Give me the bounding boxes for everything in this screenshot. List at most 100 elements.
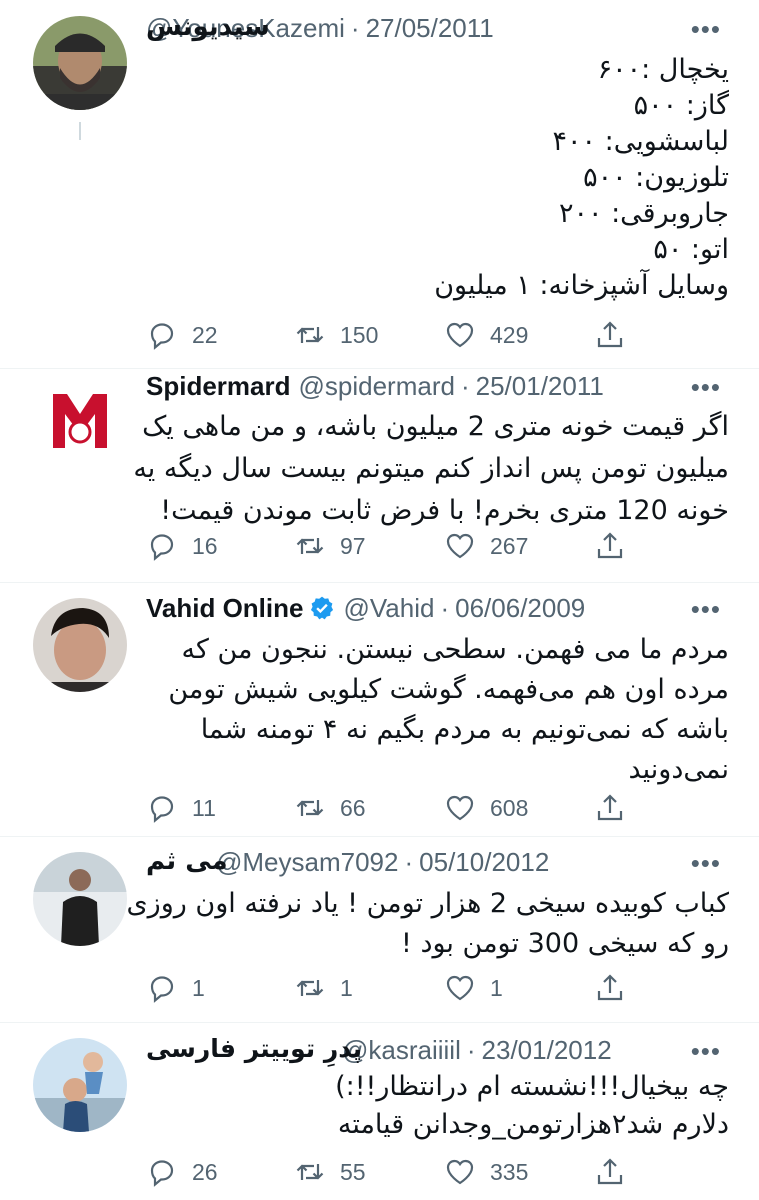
- retweet-icon: [296, 980, 324, 996]
- retweet-count: 1: [340, 974, 353, 1001]
- tweet-date[interactable]: 27/05/2011: [366, 13, 494, 44]
- share-button[interactable]: [594, 968, 626, 1008]
- text-line: تلوزیون: ۵۰۰: [583, 162, 729, 193]
- retweet-count: 66: [340, 794, 366, 821]
- user-handle[interactable]: @Meysam7092: [216, 847, 398, 878]
- reply-count: 26: [192, 1158, 218, 1185]
- avatar[interactable]: [33, 598, 127, 692]
- retweet-button[interactable]: 150: [294, 315, 378, 355]
- tweet[interactable]: @kasraiiiil · 23/01/2012 پدرِ توییتر فار…: [0, 1024, 759, 1200]
- separator: ·: [350, 12, 360, 43]
- tweet-date[interactable]: 25/01/2011: [476, 371, 604, 402]
- reply-button[interactable]: 1: [146, 968, 205, 1008]
- separator: ·: [440, 592, 450, 623]
- text-line: جاروبرقی: ۲۰۰: [558, 198, 729, 229]
- divider: [0, 1022, 759, 1023]
- separator: ·: [466, 1034, 476, 1065]
- avatar[interactable]: [33, 852, 127, 946]
- retweet-button[interactable]: 66: [294, 788, 366, 828]
- text-line: وسایل آشپزخانه: ۱ میلیون: [434, 270, 729, 301]
- text-line: رو که سیخی 300 تومن بود !: [401, 928, 729, 959]
- user-handle[interactable]: @spidermard: [299, 371, 455, 402]
- like-icon: [446, 533, 474, 559]
- text-line: مردم ما می فهمن. سطحی نیستن. ننجون من که: [181, 634, 729, 665]
- tweet-actions: 11 66 608: [146, 788, 646, 828]
- divider: [0, 582, 759, 583]
- user-name[interactable]: می ثم: [146, 846, 228, 876]
- reply-icon: [150, 1160, 174, 1187]
- like-button[interactable]: 429: [444, 315, 528, 355]
- tweet-text: چه بیخیال!!!نشسته ام درانتظار!!:) دلارم …: [146, 1068, 729, 1144]
- more-options-icon[interactable]: •••: [691, 848, 721, 879]
- share-icon: [597, 321, 623, 348]
- tweet-date[interactable]: 23/01/2012: [482, 1035, 612, 1066]
- text-line: گاز: ۵۰۰: [633, 90, 729, 121]
- tweet-text: مردم ما می فهمن. سطحی نیستن. ننجون من که…: [146, 630, 729, 790]
- tweet-text: کباب کوبیده سیخی 2 هزار تومن ! یاد نرفته…: [127, 884, 729, 964]
- share-button[interactable]: [594, 788, 626, 828]
- like-button[interactable]: 267: [444, 526, 528, 566]
- user-name[interactable]: Vahid Online: [146, 593, 303, 624]
- tweet-header: Spidermard @spidermard · 25/01/2011: [146, 366, 719, 406]
- like-count: 267: [490, 532, 529, 559]
- like-button[interactable]: 1: [444, 968, 503, 1008]
- retweet-button[interactable]: 55: [294, 1152, 366, 1192]
- tweet-actions: 22 150 429: [146, 315, 646, 355]
- user-name[interactable]: سیدیونس: [146, 12, 270, 42]
- retweet-button[interactable]: 1: [294, 968, 353, 1008]
- retweet-icon: [296, 538, 324, 554]
- reply-button[interactable]: 26: [146, 1152, 218, 1192]
- more-options-icon[interactable]: •••: [691, 1036, 721, 1067]
- verified-badge-icon: [311, 596, 334, 620]
- like-button[interactable]: 608: [444, 788, 528, 828]
- more-options-icon[interactable]: •••: [691, 594, 721, 625]
- reply-icon: [150, 796, 174, 823]
- text-line: یخچال :۶۰۰: [597, 54, 729, 85]
- like-icon: [446, 322, 474, 348]
- divider: [0, 836, 759, 837]
- share-button[interactable]: [594, 526, 626, 566]
- more-options-icon[interactable]: •••: [691, 372, 721, 403]
- tweet-text: اگر قیمت خونه متری 2 میلیون باشه، و من م…: [133, 406, 729, 532]
- tweet[interactable]: @YounesKazemi · 27/05/2011 سیدیونس ••• ی…: [0, 0, 759, 370]
- like-count: 608: [490, 794, 529, 821]
- reply-count: 22: [192, 321, 218, 348]
- text-line: دلارم شد۲هزارتومن_وجدانن قیامته: [337, 1109, 729, 1140]
- reply-button[interactable]: 11: [146, 788, 216, 828]
- thread-line: [79, 122, 81, 140]
- like-button[interactable]: 335: [444, 1152, 528, 1192]
- reply-count: 16: [192, 532, 218, 559]
- tweet[interactable]: Vahid Online @Vahid · 06/06/2009 ••• مرد…: [0, 584, 759, 836]
- avatar[interactable]: [33, 374, 127, 468]
- like-icon: [446, 1159, 474, 1185]
- tweet-actions: 26 55 335: [146, 1152, 646, 1192]
- text-line: باشه که نمی‌تونیم به مردم بگیم نه ۴ تومن…: [200, 714, 729, 745]
- tweet-date[interactable]: 05/10/2012: [419, 847, 549, 878]
- share-button[interactable]: [594, 1152, 626, 1192]
- retweet-button[interactable]: 97: [294, 526, 366, 566]
- retweet-icon: [296, 800, 324, 816]
- more-options-icon[interactable]: •••: [691, 14, 721, 45]
- reply-icon: [150, 534, 174, 561]
- text-line: نمی‌دونید: [628, 754, 729, 785]
- text-line: مرده اون هم می‌فهمه. گوشت کیلویی شیش توم…: [168, 674, 729, 705]
- separator: ·: [460, 370, 470, 401]
- user-handle[interactable]: @Vahid: [343, 593, 434, 624]
- reply-button[interactable]: 22: [146, 315, 218, 355]
- avatar[interactable]: [33, 1038, 127, 1132]
- reply-button[interactable]: 16: [146, 526, 218, 566]
- tweet-date[interactable]: 06/06/2009: [455, 593, 585, 624]
- avatar[interactable]: [33, 16, 127, 110]
- like-icon: [446, 795, 474, 821]
- like-icon: [446, 975, 474, 1001]
- share-button[interactable]: [594, 315, 626, 355]
- retweet-icon: [296, 327, 324, 343]
- user-name[interactable]: پدرِ توییتر فارسی: [146, 1034, 362, 1063]
- tweet[interactable]: @Meysam7092 · 05/10/2012 می ثم ••• کباب …: [0, 838, 759, 1022]
- share-icon: [597, 1158, 623, 1185]
- tweet-actions: 1 1 1: [146, 968, 646, 1008]
- tweet[interactable]: Spidermard @spidermard · 25/01/2011 ••• …: [0, 370, 759, 582]
- user-name[interactable]: Spidermard: [146, 371, 291, 402]
- retweet-count: 150: [340, 321, 379, 348]
- text-line: چه بیخیال!!!نشسته ام درانتظار!!:): [335, 1071, 729, 1102]
